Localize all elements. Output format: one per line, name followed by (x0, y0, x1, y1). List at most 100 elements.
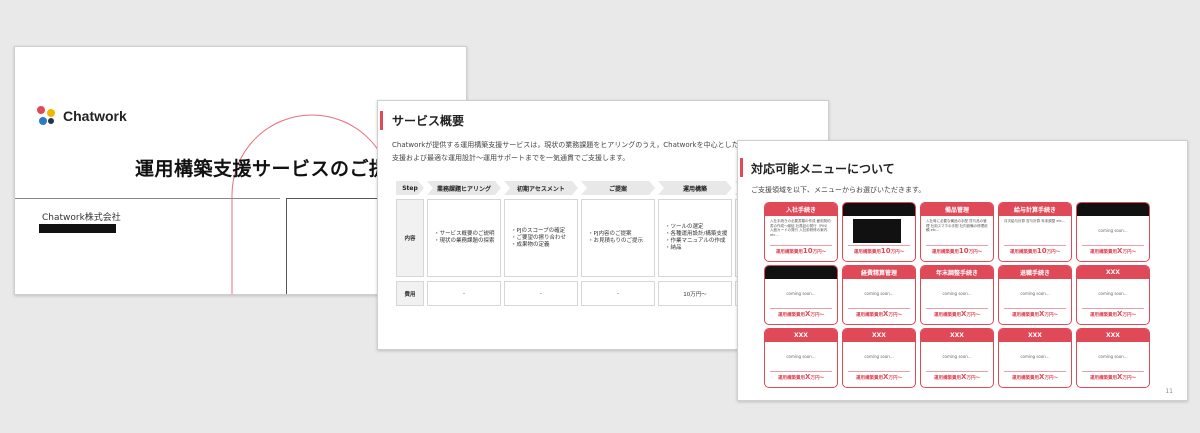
card-price: 運用構築費用X万円〜 (843, 310, 915, 318)
card-title: XXX (843, 329, 915, 342)
card-price: 運用構築費用X万円〜 (765, 310, 837, 318)
content-item: ・成果物の定義 (511, 241, 550, 248)
card-price: 運用構築費用X万円〜 (765, 373, 837, 381)
price-unit: 万円〜 (966, 313, 980, 318)
price-number: 10 (958, 247, 969, 255)
price-unit: 万円〜 (1122, 376, 1136, 381)
menu-card: XXX coming soon... 運用構築費用X万円〜 (998, 328, 1072, 388)
price-label: 運用構築費用 (934, 376, 962, 381)
card-divider (848, 308, 910, 309)
redacted-block (853, 219, 901, 243)
price-unit: 万円〜 (810, 313, 824, 318)
price-label: 運用構築費用 (931, 250, 959, 255)
card-price: 運用構築費用X万円〜 (921, 373, 993, 381)
card-divider (1004, 245, 1066, 246)
card-price: 運用構築費用10万円〜 (999, 247, 1071, 255)
card-price: 運用構築費用X万円〜 (1077, 310, 1149, 318)
card-price: 運用構築費用X万円〜 (1077, 373, 1149, 381)
price-unit: 万円〜 (888, 376, 902, 381)
fee-cell: - (581, 281, 655, 306)
price-label: 運用構築費用 (775, 250, 803, 255)
redacted-card-body (848, 219, 910, 243)
card-price: 運用構築費用10万円〜 (843, 247, 915, 255)
price-label: 運用構築費用 (778, 376, 806, 381)
card-divider (770, 308, 832, 309)
step-label: Step (396, 181, 424, 195)
price-unit: 万円〜 (890, 250, 905, 255)
step-2: 初期アセスメント (504, 181, 578, 195)
price-number: 10 (880, 247, 891, 255)
card-divider (1082, 245, 1144, 246)
content-item: ・ご要望の擦り合わせ (511, 234, 567, 241)
menu-card: XXX coming soon... 運用構築費用X万円〜 (764, 328, 838, 388)
card-title: XXX (1077, 266, 1149, 279)
menu-slide: 対応可能メニューについて ご支援領域を以下、メニューからお選びいただきます。 入… (737, 140, 1188, 401)
menu-card: 給与計算手続き月次給与計算 賞与計算 年末調整 etc... 運用構築費用10万円… (998, 202, 1072, 262)
card-body: coming soon... (786, 353, 816, 359)
card-divider (1082, 371, 1144, 372)
price-label: 運用構築費用 (778, 313, 806, 318)
price-label: 運用構築費用 (1012, 313, 1040, 318)
price-label: 運用構築費用 (1090, 313, 1118, 318)
card-title: 経費精算管理 (843, 266, 915, 279)
card-body: coming soon... (786, 290, 816, 296)
content-cell: ・PJのスコープの確定 ・ご要望の擦り合わせ ・成果物の定義 (504, 199, 578, 277)
price-unit: 万円〜 (888, 313, 902, 318)
content-item: ・PJのスコープの確定 (511, 227, 566, 234)
card-title: 年末調整手続き (921, 266, 993, 279)
price-unit: 万円〜 (1122, 313, 1136, 318)
card-price: 運用構築費用X万円〜 (999, 310, 1071, 318)
card-body: 月次給与計算 賞与計算 年末調整 etc... (1004, 219, 1066, 223)
card-divider (770, 245, 832, 246)
menu-card: 備品管理入社時に必要な備品の手配 貸与品の管理 社用スマホの手配 社内設備の修理… (920, 202, 994, 262)
content-item: ・各種運用設計/構築支援 (665, 231, 728, 237)
card-title: 入社手続き (765, 203, 837, 216)
content-cell: ・サービス概要のご説明 ・現状の業務課題の探索 (427, 199, 501, 277)
price-label: 運用構築費用 (1090, 376, 1118, 381)
content-item: ・お見積もりのご提示 (588, 238, 644, 244)
card-title: XXX (1077, 329, 1149, 342)
card-body: coming soon... (864, 290, 894, 296)
content-label: 内容 (396, 199, 424, 277)
price-unit: 万円〜 (1122, 250, 1136, 255)
chatwork-logo-icon (37, 106, 57, 126)
price-label: 運用構築費用 (1090, 250, 1118, 255)
redacted-card-title (843, 203, 915, 216)
card-price: 運用構築費用X万円〜 (921, 310, 993, 318)
card-body: 入社手続きの必要書類の作成 雇用契約書の作成〜締結 社員証の発行（PIN） 入館… (770, 219, 831, 237)
fee-cell: - (504, 281, 578, 306)
price-unit: 万円〜 (812, 250, 827, 255)
menu-card: 運用構築費用10万円〜 (842, 202, 916, 262)
price-label: 運用構築費用 (856, 376, 884, 381)
divider-line (15, 198, 280, 199)
menu-card-grid: 入社手続き入社手続きの必要書類の作成 雇用契約書の作成〜締結 社員証の発行（PI… (764, 202, 1150, 388)
price-unit: 万円〜 (1046, 250, 1061, 255)
proposal-title: 運用構築支援サービスのご提案 (135, 158, 409, 180)
card-divider (848, 245, 910, 246)
card-body: coming soon... (942, 290, 972, 296)
card-title: 給与計算手続き (999, 203, 1071, 216)
card-body: coming soon... (1020, 290, 1050, 296)
page-number: 11 (1165, 388, 1173, 395)
content-item: ・納品 (665, 245, 682, 251)
fee-label: 費用 (396, 281, 424, 306)
card-title: XXX (921, 329, 993, 342)
card-body: 入社時に必要な備品の手配 貸与品の管理 社用スマホの手配 社内設備の修理依頼 e… (926, 219, 988, 232)
card-divider (848, 371, 910, 372)
card-price: 運用構築費用X万円〜 (1077, 247, 1149, 255)
content-item: ・ツールの選定 (665, 224, 704, 230)
slide-description: ご支援領域を以下、メニューからお選びいただきます。 (751, 186, 926, 194)
content-cell: ・ツールの選定 ・各種運用設計/構築支援 ・作業マニュアルの作成 ・納品 (658, 199, 732, 277)
card-title: 備品管理 (921, 203, 993, 216)
card-title: XXX (999, 329, 1071, 342)
menu-card: 年末調整手続き coming soon... 運用構築費用X万円〜 (920, 265, 994, 325)
redacted-card-title (1077, 203, 1149, 216)
card-body: coming soon... (1098, 227, 1128, 233)
step-1: 業務課題ヒアリング (427, 181, 501, 195)
redacted-card-title (765, 266, 837, 279)
menu-card: 退職手続き coming soon... 運用構築費用X万円〜 (998, 265, 1072, 325)
price-unit: 万円〜 (968, 250, 983, 255)
content-cell: ・PJ内容のご提案 ・お見積もりのご提示 (581, 199, 655, 277)
redacted-text (39, 224, 116, 233)
menu-card: XXX coming soon... 運用構築費用X万円〜 (1076, 265, 1150, 325)
